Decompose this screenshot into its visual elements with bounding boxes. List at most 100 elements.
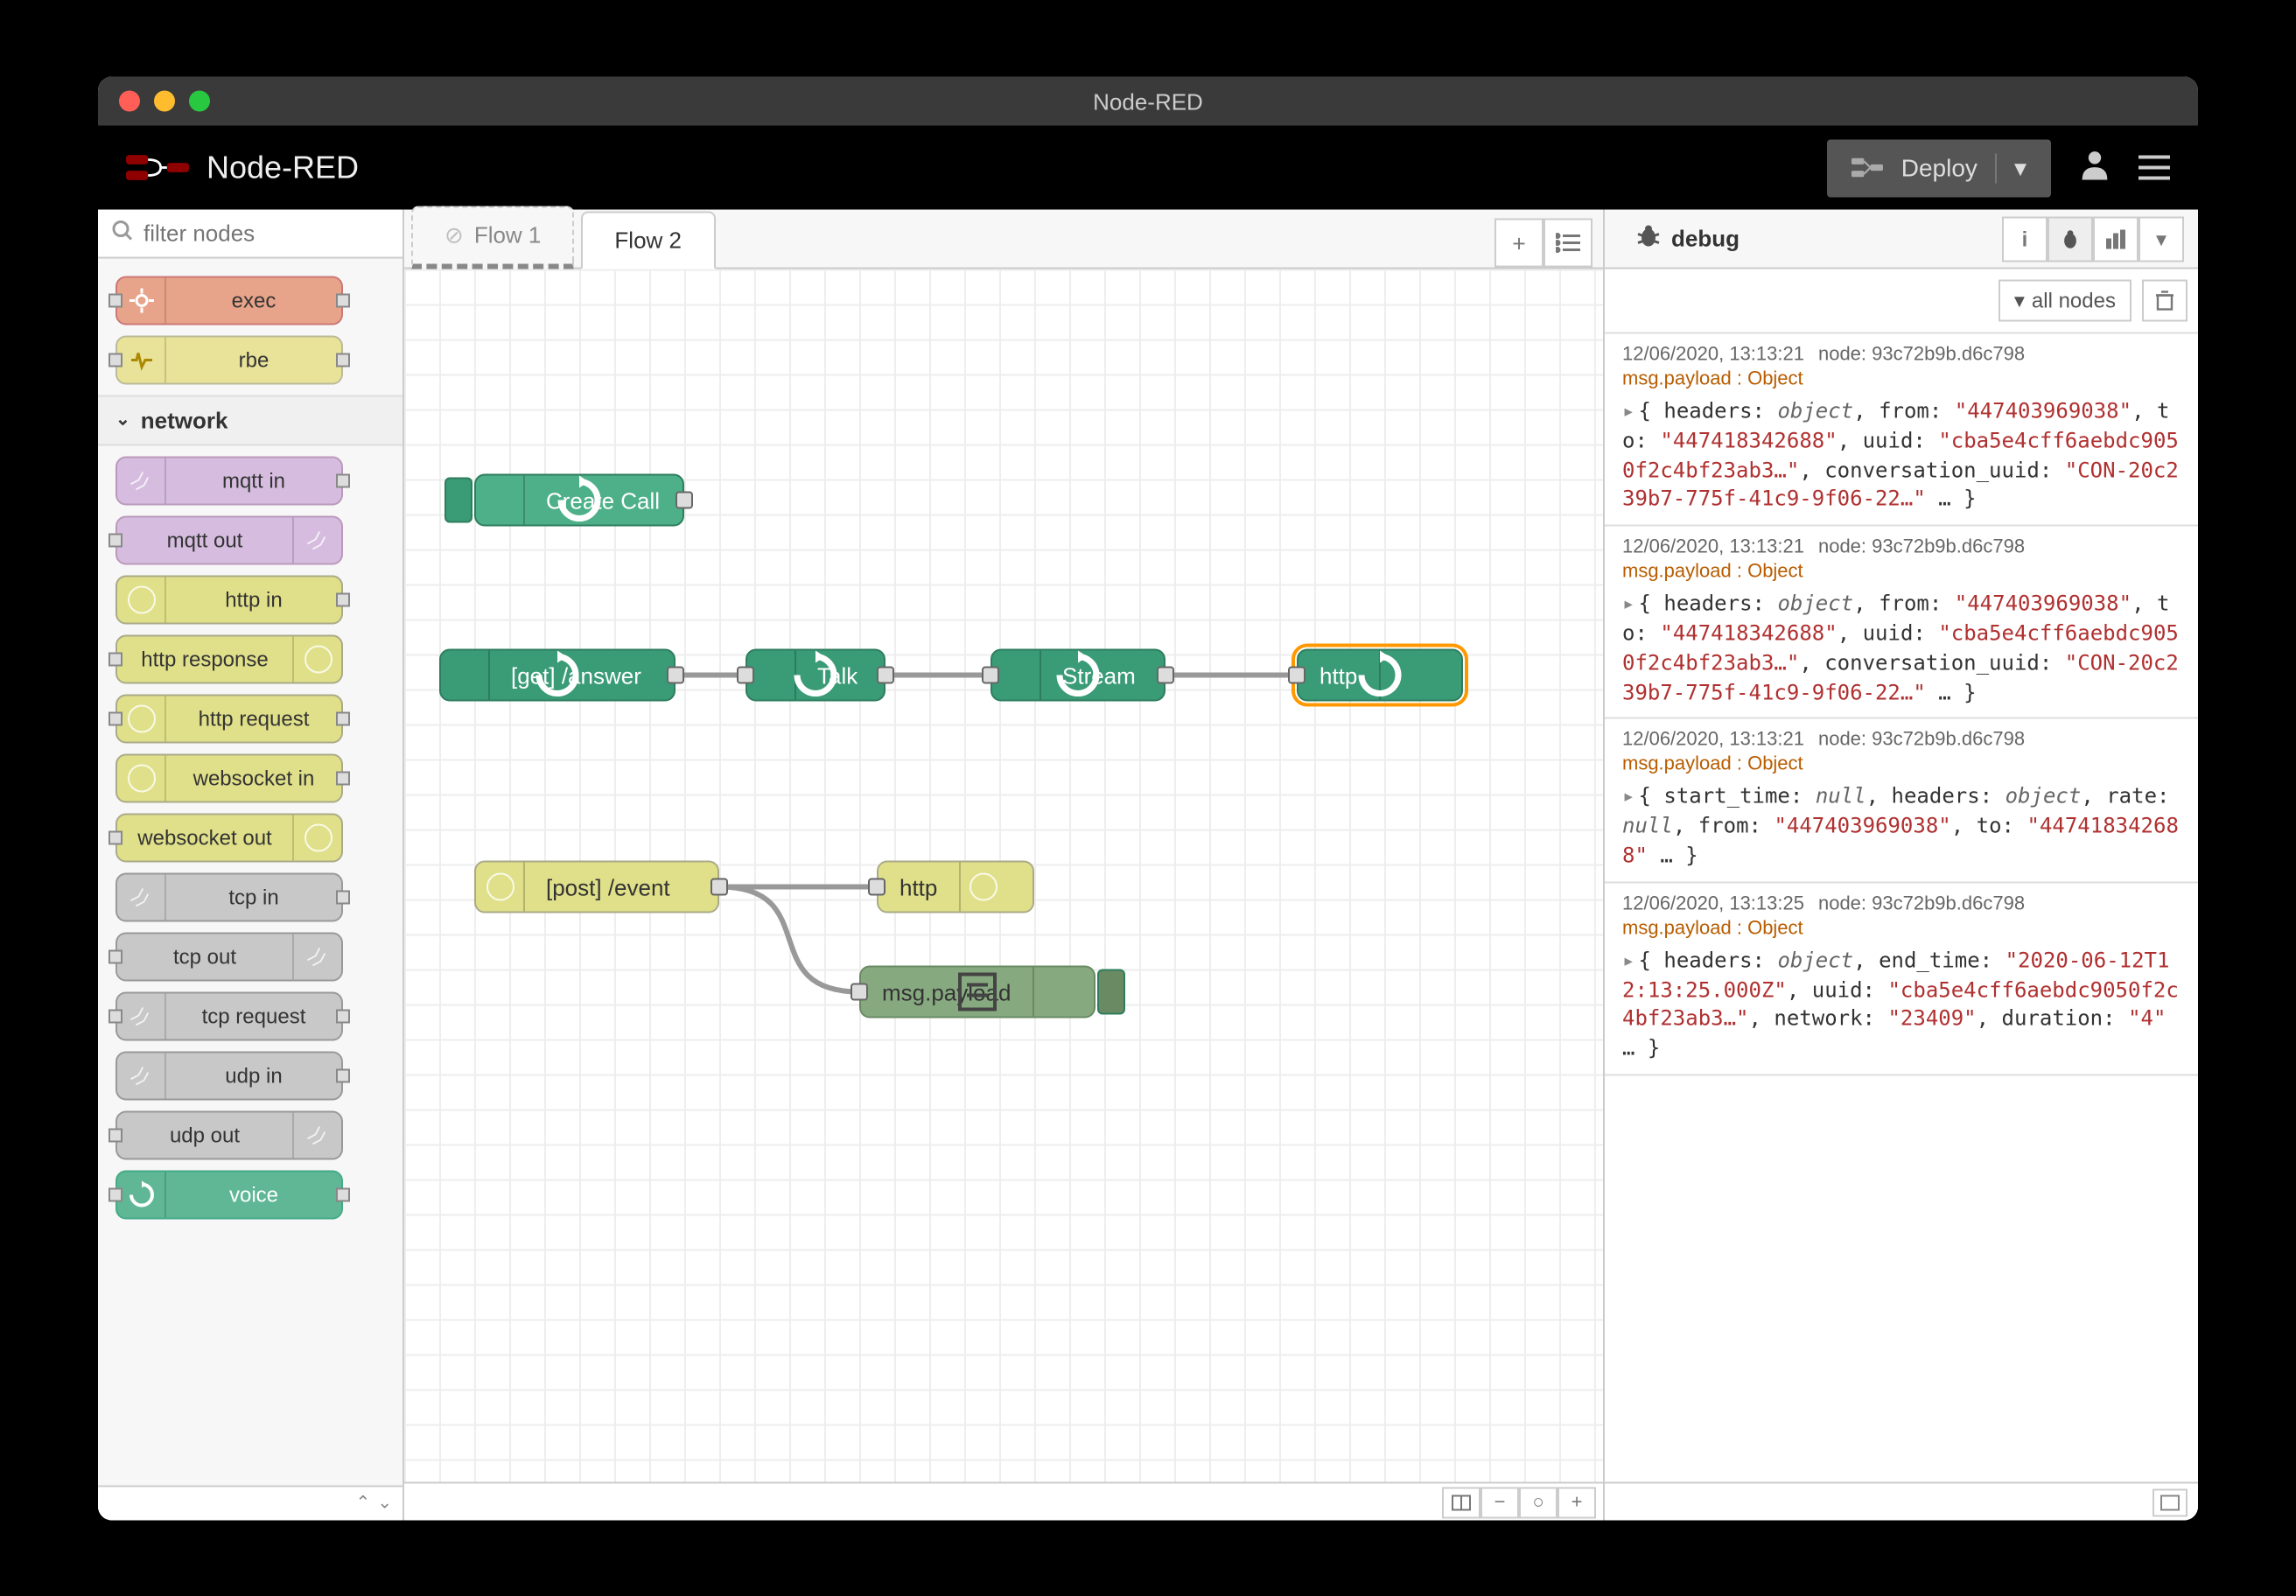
- window-title: Node-RED: [98, 88, 2198, 114]
- flow-node-debug-msg-payload[interactable]: msg.payload: [859, 965, 1096, 1018]
- debug-toggle-button[interactable]: [1097, 969, 1125, 1014]
- flow-node-create-call[interactable]: Create Call: [474, 473, 684, 526]
- palette-node-list[interactable]: exec rbe ⌄network ⟩⟩mqtt in mqtt out⟩⟩ http i…: [98, 258, 402, 1485]
- cycle-icon: [1378, 650, 1427, 699]
- output-port: [336, 1009, 350, 1023]
- output-port[interactable]: [676, 491, 693, 508]
- output-port: [336, 353, 350, 367]
- output-port: [336, 771, 350, 785]
- gear-icon: [117, 277, 166, 323]
- palette-node-rbe[interactable]: rbe: [116, 335, 343, 384]
- debug-clear-button[interactable]: [2142, 279, 2188, 321]
- input-port[interactable]: [850, 983, 868, 1000]
- deploy-dropdown-arrow[interactable]: ▾: [1995, 152, 2026, 182]
- flow-node-stream[interactable]: Stream: [990, 648, 1166, 701]
- zoom-out-button[interactable]: −: [1480, 1486, 1519, 1517]
- debug-body-content[interactable]: ▸{ start_time: null, headers: object, ra…: [1622, 782, 2180, 871]
- user-icon[interactable]: [2079, 147, 2110, 187]
- palette-node-http-response[interactable]: http response: [116, 634, 343, 683]
- cycle-icon: [441, 650, 490, 699]
- output-port[interactable]: [877, 666, 894, 683]
- debug-body-content[interactable]: ▸{ headers: object, from: "447403969038"…: [1622, 589, 2180, 706]
- app-name: Node-RED: [206, 149, 359, 186]
- list-tabs-button[interactable]: [1544, 218, 1592, 267]
- palette-sidebar: exec rbe ⌄network ⟩⟩mqtt in mqtt out⟩⟩ http i…: [98, 209, 404, 1520]
- sidebar-tab-debug[interactable]: debug: [1619, 213, 1757, 263]
- input-port[interactable]: [868, 878, 886, 895]
- titlebar: Node-RED: [98, 76, 2198, 125]
- node-label: http: [878, 873, 958, 900]
- navigator-button[interactable]: [1442, 1486, 1480, 1517]
- add-tab-button[interactable]: +: [1494, 218, 1544, 267]
- palette-collapse-down-icon[interactable]: ⌄: [377, 1494, 392, 1513]
- menu-icon[interactable]: [2138, 155, 2170, 179]
- inject-button[interactable]: [444, 477, 472, 522]
- palette-filter-input[interactable]: [144, 220, 388, 246]
- flow-node-post-event[interactable]: [post] /event: [474, 860, 719, 913]
- input-port: [108, 533, 122, 547]
- input-port[interactable]: [982, 666, 999, 683]
- palette-node-websocket-out[interactable]: websocket out: [116, 813, 343, 862]
- debug-message[interactable]: 12/06/2020, 13:13:21node: 93c72b9b.d6c79…: [1605, 719, 2198, 883]
- debug-topic: msg.payload : Object: [1622, 754, 2180, 775]
- debug-message[interactable]: 12/06/2020, 13:13:21node: 93c72b9b.d6c79…: [1605, 333, 2198, 526]
- flow-node-get-answer[interactable]: [get] /answer: [439, 648, 676, 701]
- output-port[interactable]: [1157, 666, 1174, 683]
- signal-icon: ⟩⟩: [117, 874, 166, 920]
- flow-node-talk[interactable]: Talk: [746, 648, 886, 701]
- palette-node-websocket-in[interactable]: websocket in: [116, 753, 343, 802]
- debug-message[interactable]: 12/06/2020, 13:13:21node: 93c72b9b.d6c79…: [1605, 526, 2198, 718]
- palette-node-label: voice: [166, 1182, 341, 1207]
- flow-canvas[interactable]: Create Call [get] /answer: [404, 269, 1603, 1481]
- globe-icon: [292, 636, 341, 682]
- output-port[interactable]: [710, 878, 728, 895]
- debug-messages[interactable]: 12/06/2020, 13:13:21node: 93c72b9b.d6c79…: [1605, 333, 2198, 1481]
- output-port[interactable]: [667, 666, 684, 683]
- sidebar-footer: [1605, 1481, 2198, 1520]
- cycle-icon: [476, 475, 525, 524]
- node-label: msg.payload: [861, 978, 1032, 1004]
- info-tab-button[interactable]: i: [2002, 215, 2048, 261]
- canvas-footer: − ○ +: [404, 1481, 1603, 1520]
- input-port[interactable]: [737, 666, 754, 683]
- logo-area: Node-RED: [126, 149, 359, 186]
- input-port: [108, 1009, 122, 1023]
- zoom-reset-button[interactable]: ○: [1519, 1486, 1558, 1517]
- debug-body-content[interactable]: ▸{ headers: object, from: "447403969038"…: [1622, 396, 2180, 514]
- palette-node-http-request[interactable]: http request: [116, 694, 343, 743]
- palette-node-mqtt-out[interactable]: mqtt out⟩⟩: [116, 515, 343, 564]
- deploy-button[interactable]: Deploy ▾: [1828, 138, 2051, 196]
- palette-node-tcp-in[interactable]: ⟩⟩tcp in: [116, 872, 343, 921]
- flow-node-http-response-2[interactable]: http: [877, 860, 1034, 913]
- palette-collapse-up-icon[interactable]: ⌃: [355, 1494, 370, 1513]
- debug-tab-button[interactable]: [2048, 215, 2093, 261]
- tab-flow-2[interactable]: Flow 2: [581, 211, 715, 269]
- chart-tab-button[interactable]: [2093, 215, 2138, 261]
- palette-node-http-in[interactable]: http in: [116, 575, 343, 624]
- input-port: [108, 949, 122, 963]
- palette-node-tcp-request[interactable]: ⟩⟩tcp request: [116, 991, 343, 1040]
- debug-icon: [1032, 967, 1081, 1016]
- palette-category-network[interactable]: ⌄network: [98, 395, 402, 445]
- output-port: [336, 293, 350, 307]
- debug-filter-button[interactable]: ▾ all nodes: [1998, 279, 2132, 321]
- open-window-button[interactable]: [2152, 1488, 2188, 1516]
- debug-body-content[interactable]: ▸{ headers: object, end_time: "2020-06-1…: [1622, 946, 2180, 1063]
- bug-icon: [1636, 223, 1661, 253]
- palette-node-mqtt-in[interactable]: ⟩⟩mqtt in: [116, 456, 343, 505]
- palette-node-tcp-out[interactable]: tcp out⟩⟩: [116, 932, 343, 981]
- zoom-in-button[interactable]: +: [1558, 1486, 1596, 1517]
- palette-node-exec[interactable]: exec: [116, 276, 343, 325]
- search-icon: [112, 220, 133, 246]
- tab-flow-1[interactable]: ⊘Flow 1: [411, 206, 574, 269]
- input-port[interactable]: [1288, 666, 1306, 683]
- palette-node-label: tcp in: [166, 885, 341, 909]
- debug-meta: 12/06/2020, 13:13:21node: 93c72b9b.d6c79…: [1622, 730, 2180, 751]
- sidebar-dropdown-button[interactable]: ▾: [2138, 215, 2184, 261]
- palette-node-udp-out[interactable]: udp out⟩⟩: [116, 1110, 343, 1159]
- debug-message[interactable]: 12/06/2020, 13:13:25node: 93c72b9b.d6c79…: [1605, 883, 2198, 1075]
- palette-node-voice[interactable]: voice: [116, 1170, 343, 1219]
- output-port: [336, 592, 350, 606]
- flow-node-http-response[interactable]: http: [1297, 648, 1463, 701]
- palette-node-udp-in[interactable]: ⟩⟩udp in: [116, 1051, 343, 1100]
